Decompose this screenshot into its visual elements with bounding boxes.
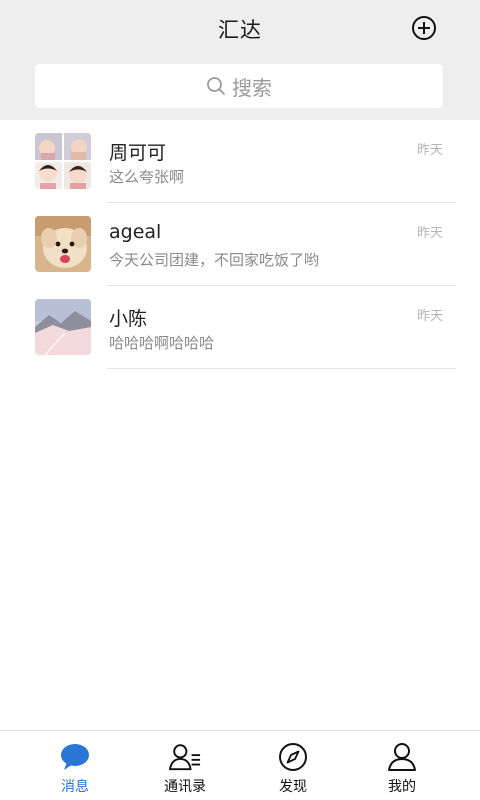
message-time: 昨天 (417, 143, 444, 158)
message-preview: 今天公司团建，不回家吃饭了哟 (109, 251, 320, 269)
contact-name: 周可可 (109, 142, 167, 164)
search-placeholder: 搜索 (232, 75, 272, 100)
avatar (35, 299, 91, 355)
contacts-icon (169, 741, 201, 773)
bottom-tab-bar: 消息 通讯录 发现 我的 (0, 730, 480, 800)
avatar (35, 216, 91, 272)
add-button[interactable] (408, 12, 440, 44)
tab-me[interactable]: 我的 (342, 731, 462, 800)
tab-label: 发现 (279, 779, 307, 795)
message-preview: 哈哈哈啊哈哈哈 (109, 334, 215, 352)
app-root: 汇达 搜索 周可可 这么夸张啊 昨天 ageal 今天公司团建，不回家吃饭了哟 … (0, 0, 480, 800)
tab-contacts[interactable]: 通讯录 (125, 731, 245, 800)
conversation-item[interactable]: 周可可 这么夸张啊 昨天 (0, 120, 480, 203)
contact-name: 小陈 (109, 308, 148, 330)
header: 汇达 搜索 (0, 0, 480, 120)
chat-bubble-icon (59, 741, 91, 773)
contact-name: ageal (109, 221, 162, 243)
tab-messages[interactable]: 消息 (15, 731, 135, 800)
tab-label: 通讯录 (164, 779, 206, 795)
compass-icon (277, 741, 309, 773)
person-icon (386, 741, 418, 773)
conversation-item[interactable]: ageal 今天公司团建，不回家吃饭了哟 昨天 (0, 203, 480, 286)
conversation-item[interactable]: 小陈 哈哈哈啊哈哈哈 昨天 (0, 286, 480, 369)
search-input[interactable]: 搜索 (35, 64, 443, 108)
tab-label: 我的 (388, 779, 416, 795)
avatar (35, 133, 91, 189)
divider (107, 368, 456, 369)
plus-circle-icon (412, 16, 436, 40)
tab-discover[interactable]: 发现 (233, 731, 353, 800)
search-icon (207, 77, 225, 95)
message-time: 昨天 (417, 226, 444, 241)
tab-label: 消息 (61, 779, 89, 795)
message-time: 昨天 (417, 309, 444, 324)
conversation-list: 周可可 这么夸张啊 昨天 ageal 今天公司团建，不回家吃饭了哟 昨天 小陈 … (0, 120, 480, 369)
message-preview: 这么夸张啊 (109, 168, 185, 186)
